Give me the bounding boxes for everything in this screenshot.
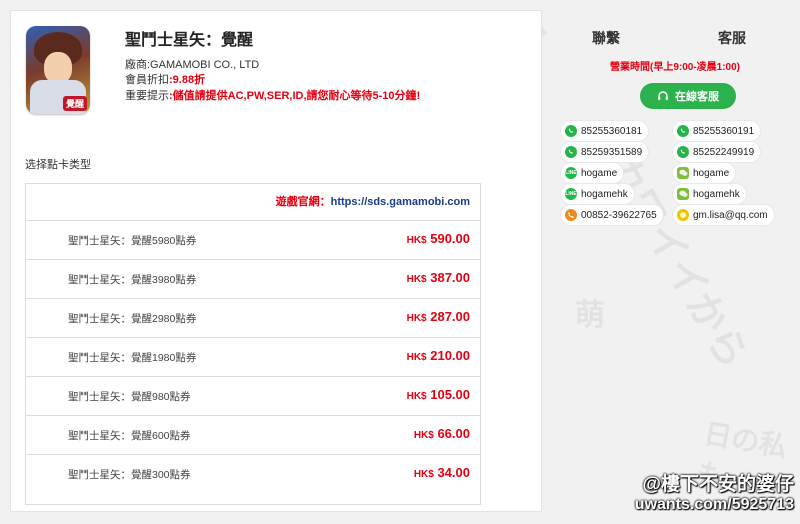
card-name: 聖鬥士星矢：覺醒980點券 (68, 391, 191, 403)
game-title: 聖鬥士星矢：覺醒 (125, 32, 254, 49)
notice-value: :儲值請提供AC,PW,SER,ID,請您耐心等待5-10分鐘! (169, 90, 421, 102)
card-name: 聖鬥士星矢：覺醒2980點券 (68, 313, 197, 325)
product-panel: 覺醒 聖鬥士星矢：覺醒 廠商:GAMAMOBI CO., LTD 會員折扣:9.… (10, 10, 542, 512)
card-name: 聖鬥士星矢：覺醒1980點券 (68, 352, 197, 364)
discount-info: 會員折扣:9.88折 (125, 71, 205, 87)
discount-label: 會員折扣 (125, 74, 169, 86)
contact-value: hogamehk (693, 188, 740, 200)
card-price-value: 387.00 (430, 270, 470, 285)
card-price-value: 34.00 (437, 465, 470, 480)
online-chat-label: 在線客服 (675, 91, 719, 103)
contact-value: gm.lisa@qq.com (693, 209, 768, 221)
watermark-handle: @樓下不安的婆仔 (642, 474, 794, 495)
card-name: 聖鬥士星矢：覺醒5980點券 (68, 235, 197, 247)
contact-item[interactable]: LINE hogame (561, 163, 624, 183)
card-currency: HK$ (406, 313, 427, 324)
contact-item[interactable]: LINE hogamehk (561, 184, 634, 204)
wechat-icon (677, 167, 689, 179)
contact-item[interactable]: hogamehk (673, 184, 746, 204)
whatsapp-icon (677, 125, 689, 137)
card-price: HK$ 210.00 (407, 348, 470, 363)
contact-item[interactable]: gm.lisa@qq.com (673, 205, 774, 225)
card-name: 聖鬥士星矢：覺醒600點券 (68, 430, 191, 442)
card-list: 遊戲官網：https://sds.gamamobi.com 聖鬥士星矢：覺醒59… (25, 183, 481, 505)
contact-item[interactable]: 85259351589 (561, 142, 649, 162)
card-price-value: 105.00 (430, 387, 470, 402)
line-icon: LINE (565, 167, 577, 179)
notice-label: 重要提示 (125, 90, 169, 102)
official-site-label: 遊戲官網： (275, 196, 331, 208)
card-price: HK$ 287.00 (407, 309, 470, 324)
contact-value: hogame (693, 167, 730, 179)
official-site: 遊戲官網：https://sds.gamamobi.com (26, 184, 480, 221)
contact-item[interactable]: 85255360181 (561, 121, 649, 141)
card-currency: HK$ (413, 469, 434, 480)
card-name: 聖鬥士星矢：覺醒300點券 (68, 469, 191, 481)
notice-info: 重要提示:儲值請提供AC,PW,SER,ID,請您耐心等待5-10分鐘! (125, 87, 420, 103)
tab-service[interactable]: 客服 (718, 28, 746, 48)
online-chat-button[interactable]: 在線客服 (640, 83, 736, 109)
card-price-value: 210.00 (430, 348, 470, 363)
card-currency: HK$ (406, 391, 427, 402)
game-icon: 覺醒 (26, 26, 90, 114)
vendor-label: 廠商 (125, 59, 147, 71)
card-name: 聖鬥士星矢：覺醒3980點券 (68, 274, 197, 286)
card-currency: HK$ (406, 235, 427, 246)
background-decoration: 萌 (575, 299, 605, 332)
card-currency: HK$ (406, 352, 427, 363)
whatsapp-icon (565, 125, 577, 137)
card-currency: HK$ (406, 274, 427, 285)
wechat-icon (677, 188, 689, 200)
card-price-value: 287.00 (430, 309, 470, 324)
card-option[interactable]: 聖鬥士星矢：覺醒300點券 HK$ 34.00 (26, 455, 480, 493)
email-icon (677, 209, 689, 221)
card-option[interactable]: 聖鬥士星矢：覺醒3980點券 HK$ 387.00 (26, 260, 480, 299)
whatsapp-icon (565, 146, 577, 158)
contact-tabs: 聯繫 客服 (560, 28, 790, 48)
card-price: HK$ 387.00 (407, 270, 470, 285)
contact-value: 85255360191 (693, 125, 755, 137)
contact-value: hogame (581, 167, 618, 179)
section-label: 选择點卡类型 (25, 159, 91, 171)
business-hours: 營業時間(早上9:00-凌晨1:00) (609, 62, 741, 73)
official-site-link[interactable]: https://sds.gamamobi.com (331, 196, 470, 208)
headset-icon (658, 91, 668, 100)
card-option[interactable]: 聖鬥士星矢：覺醒5980點券 HK$ 590.00 (26, 221, 480, 260)
contact-item[interactable]: 00852-39622765 (561, 205, 663, 225)
line-icon: LINE (565, 188, 577, 200)
whatsapp-icon (677, 146, 689, 158)
watermark: @樓下不安的婆仔 uwants.com/5925713 (635, 469, 794, 514)
watermark-url: uwants.com/5925713 (634, 496, 794, 513)
card-option[interactable]: 聖鬥士星矢：覺醒980點券 HK$ 105.00 (26, 377, 480, 416)
contact-value: 85255360181 (581, 125, 643, 137)
card-option[interactable]: 聖鬥士星矢：覺醒2980點券 HK$ 287.00 (26, 299, 480, 338)
icon-stamp: 覺醒 (62, 96, 87, 111)
vendor-info: 廠商:GAMAMOBI CO., LTD (125, 56, 259, 72)
discount-value: :9.88折 (169, 74, 206, 86)
contact-value: 85259351589 (581, 146, 643, 158)
contact-value: hogamehk (581, 188, 628, 200)
tab-contact[interactable]: 聯繫 (592, 28, 620, 48)
contact-value: 85252249919 (693, 146, 755, 158)
card-option[interactable]: 聖鬥士星矢：覺醒1980點券 HK$ 210.00 (26, 338, 480, 377)
card-price: HK$ 105.00 (407, 387, 470, 402)
phone-icon (565, 209, 577, 221)
card-currency: HK$ (413, 430, 434, 441)
contact-item[interactable]: 85252249919 (673, 142, 761, 162)
contact-value: 00852-39622765 (581, 209, 657, 221)
card-price: HK$ 590.00 (407, 231, 470, 246)
card-price-value: 66.00 (437, 426, 470, 441)
vendor-value: :GAMAMOBI CO., LTD (147, 59, 260, 71)
card-price-value: 590.00 (430, 231, 470, 246)
card-option[interactable]: 聖鬥士星矢：覺醒600點券 HK$ 66.00 (26, 416, 480, 455)
card-price: HK$ 66.00 (414, 426, 470, 441)
card-price: HK$ 34.00 (414, 465, 470, 480)
contact-item[interactable]: 85255360191 (673, 121, 761, 141)
contact-item[interactable]: hogame (673, 163, 736, 183)
